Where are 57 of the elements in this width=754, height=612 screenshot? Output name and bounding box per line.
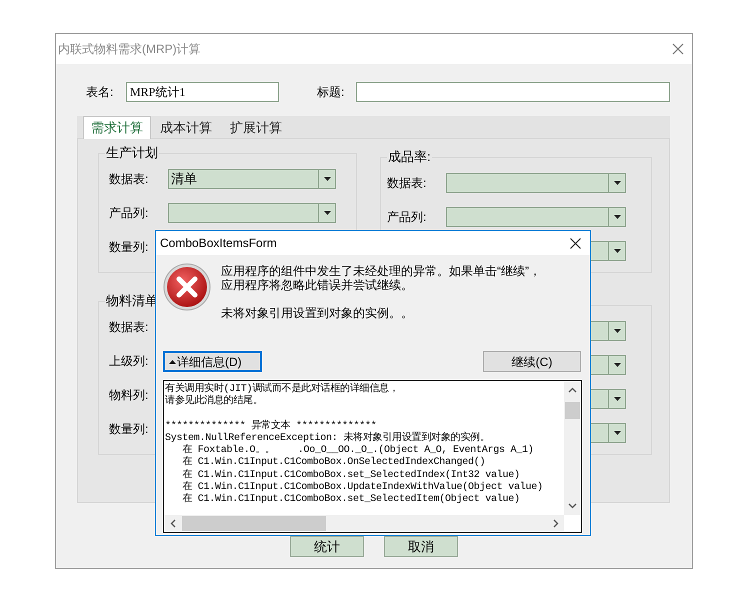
field-label: 产品列:: [109, 205, 150, 222]
message-line: 应用程序将忽略此错误并尝试继续。: [221, 278, 414, 292]
group-title: 成品率:: [387, 149, 432, 165]
dropdown-arrow-icon[interactable]: [614, 249, 620, 253]
dropdown-arrow-icon[interactable]: [614, 329, 620, 333]
tab[interactable]: 需求计算: [83, 116, 151, 139]
dropdown-arrow-icon[interactable]: [614, 431, 620, 435]
combo-value: 清单: [170, 170, 198, 188]
dropdown-arrow-icon[interactable]: [614, 181, 620, 185]
scroll-thumb[interactable]: [565, 402, 580, 419]
field-label: 上级列:: [109, 353, 150, 370]
field-label: 产品列:: [387, 209, 428, 226]
error-message: 未将对象引用设置到对象的实例。。: [221, 306, 414, 320]
dropdown-arrow-icon[interactable]: [324, 177, 330, 181]
details-button[interactable]: 详细信息(D): [163, 351, 262, 372]
detail-line: 在 C1.Win.C1Input.C1ComboBox.set_SelectedItem(Object value): [181, 494, 521, 507]
detail-line: 在 C1.Win.C1Input.C1ComboBox.OnSelectedIndexChanged(): [181, 457, 486, 469]
dialog-title: ComboBoxItemsForm: [160, 235, 277, 252]
detail-line: 有关调用实时(JIT)调试而不是此对话框的详细信息，: [165, 384, 400, 395]
field-label: 数据表:: [387, 175, 428, 192]
error-icon: [163, 263, 211, 311]
field-label: 标题:: [317, 84, 346, 101]
close-icon[interactable]: [570, 238, 581, 248]
message-line: 应用程序的组件中发生了未经处理的异常。如果单击“继续”，: [221, 264, 541, 278]
field-label: 物料列:: [109, 387, 150, 404]
tab[interactable]: 扩展计算: [221, 117, 291, 138]
scroll-thumb[interactable]: [182, 516, 326, 531]
continue-button[interactable]: 继续(C): [483, 351, 581, 372]
detail-line: System.NullReferenceException: 未将对象引用设置到对象的实例。: [165, 432, 491, 444]
dropdown-arrow-icon[interactable]: [614, 215, 620, 219]
scroll-left-icon[interactable]: [170, 519, 176, 528]
name-field[interactable]: MRP统计1: [126, 82, 279, 102]
horizontal-scrollbar[interactable]: [164, 515, 564, 532]
caret-up-icon: [169, 360, 176, 364]
scroll-down-icon[interactable]: [568, 503, 577, 509]
field-label: 表名:: [86, 84, 114, 101]
field-label: 数据表:: [109, 171, 150, 188]
action-button[interactable]: 取消: [384, 536, 458, 557]
dropdown-arrow-icon[interactable]: [614, 397, 620, 401]
detail-line: 在 C1.Win.C1Input.C1ComboBox.UpdateIndexWithValue(Object value): [181, 482, 544, 494]
field-label: 数据表:: [109, 319, 150, 336]
tab[interactable]: 成本计算: [151, 117, 221, 138]
scroll-up-icon[interactable]: [568, 387, 577, 393]
field-label: 数量列:: [109, 421, 150, 438]
scroll-right-icon[interactable]: [553, 519, 559, 528]
title-field[interactable]: [356, 82, 670, 102]
detail-line: 在 Foxtable.O。。 .Oo_O__OO._O_.(Object A_O, EventArgs A_1): [181, 445, 535, 456]
combo-box[interactable]: 清单: [168, 169, 336, 189]
detail-line: 请参见此消息的结尾。: [165, 396, 264, 409]
dropdown-arrow-icon[interactable]: [614, 363, 620, 367]
vertical-scrollbar[interactable]: [564, 381, 581, 515]
window-title: 内联式物料需求(MRP)计算: [58, 41, 201, 58]
detail-line: 在 C1.Win.C1Input.C1ComboBox.set_SelectedIndex(Int32 value): [181, 470, 521, 481]
dropdown-arrow-icon[interactable]: [324, 211, 330, 215]
action-button[interactable]: 统计: [290, 536, 364, 557]
detail-line: ************** 异常文本 **************: [165, 420, 378, 432]
group-title: 生产计划: [105, 145, 159, 161]
